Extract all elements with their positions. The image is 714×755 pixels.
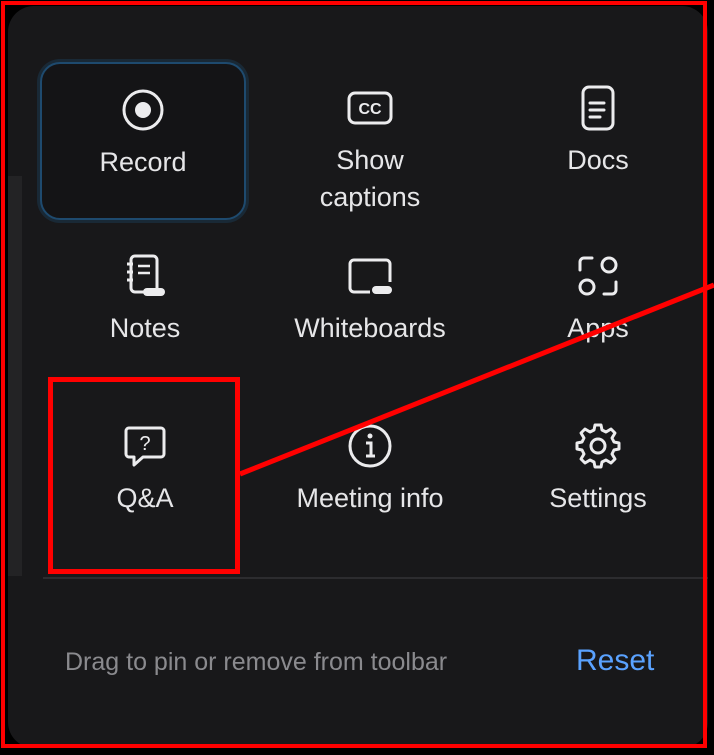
panel-edge — [8, 176, 22, 576]
qa-button[interactable]: ? Q&A — [45, 398, 245, 548]
svg-text:?: ? — [139, 433, 150, 455]
settings-label: Settings — [549, 483, 647, 513]
document-icon — [574, 84, 622, 132]
footer-divider — [43, 577, 708, 579]
more-tools-panel: Record CC Show captions Docs Notes White… — [8, 6, 708, 748]
settings-button[interactable]: Settings — [498, 398, 698, 548]
captions-icon-text: CC — [358, 101, 382, 118]
toolbar-hint-text: Drag to pin or remove from toolbar — [65, 648, 448, 676]
qa-icon: ? — [121, 422, 169, 470]
meeting-info-button[interactable]: Meeting info — [270, 398, 470, 548]
apps-button[interactable]: Apps — [498, 228, 698, 378]
show-captions-button[interactable]: CC Show captions — [270, 62, 470, 227]
reset-button[interactable]: Reset — [576, 642, 654, 680]
show-captions-label: Show captions — [319, 145, 421, 212]
apps-label: Apps — [567, 313, 629, 343]
qa-label: Q&A — [116, 483, 174, 513]
record-icon — [119, 86, 167, 134]
info-icon — [346, 422, 394, 470]
whiteboard-icon — [346, 252, 394, 300]
apps-icon — [574, 252, 622, 300]
notes-button[interactable]: Notes — [45, 228, 245, 378]
meeting-info-label: Meeting info — [296, 483, 444, 513]
whiteboards-button[interactable]: Whiteboards — [270, 228, 470, 378]
gear-icon — [574, 422, 622, 470]
closed-captions-icon: CC — [346, 84, 394, 132]
docs-button[interactable]: Docs — [498, 62, 698, 220]
record-label: Record — [99, 147, 187, 177]
notes-label: Notes — [109, 313, 181, 343]
record-button[interactable]: Record — [40, 62, 246, 220]
whiteboards-label: Whiteboards — [294, 313, 446, 343]
docs-label: Docs — [567, 145, 629, 175]
notes-icon — [121, 252, 169, 300]
